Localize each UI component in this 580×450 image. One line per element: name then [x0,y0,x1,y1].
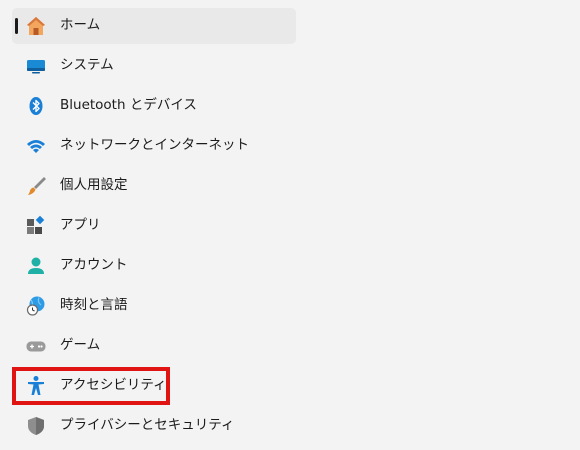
system-monitor-icon [24,54,48,78]
sidebar-item-apps[interactable]: アプリ [12,208,296,244]
person-icon [24,254,48,278]
sidebar-item-label: ホーム [60,17,101,34]
sidebar-item-label: システム [60,57,114,74]
sidebar-item-label: Bluetooth とデバイス [60,97,197,114]
sidebar-item-label: アカウント [60,257,128,274]
brush-icon [24,174,48,198]
sidebar-item-label: 時刻と言語 [60,297,128,314]
gamepad-icon [24,334,48,358]
apps-icon [24,214,48,238]
sidebar-item-label: ゲーム [60,337,101,354]
shield-icon [24,414,48,438]
home-icon [24,14,48,38]
sidebar-item-label: プライバシーとセキュリティ [60,417,235,434]
sidebar-item-label: アプリ [60,217,101,234]
sidebar-item-network[interactable]: ネットワークとインターネット [12,128,296,164]
settings-sidebar: ホーム システム Bluetooth とデバイス ネットワークとインターネット … [12,8,296,448]
wifi-icon [24,134,48,158]
sidebar-item-system[interactable]: システム [12,48,296,84]
bluetooth-icon [24,94,48,118]
selection-indicator [15,18,18,34]
sidebar-item-personalization[interactable]: 個人用設定 [12,168,296,204]
sidebar-item-home[interactable]: ホーム [12,8,296,44]
sidebar-item-label: ネットワークとインターネット [60,137,249,154]
sidebar-item-accounts[interactable]: アカウント [12,248,296,284]
sidebar-item-privacy-security[interactable]: プライバシーとセキュリティ [12,408,296,444]
accessibility-icon [24,374,48,398]
sidebar-item-label: アクセシビリティ [60,377,167,394]
sidebar-item-accessibility[interactable]: アクセシビリティ [12,368,296,404]
sidebar-item-time-language[interactable]: 時刻と言語 [12,288,296,324]
sidebar-item-gaming[interactable]: ゲーム [12,328,296,364]
globe-clock-icon [24,294,48,318]
sidebar-item-bluetooth[interactable]: Bluetooth とデバイス [12,88,296,124]
sidebar-item-label: 個人用設定 [60,177,128,194]
